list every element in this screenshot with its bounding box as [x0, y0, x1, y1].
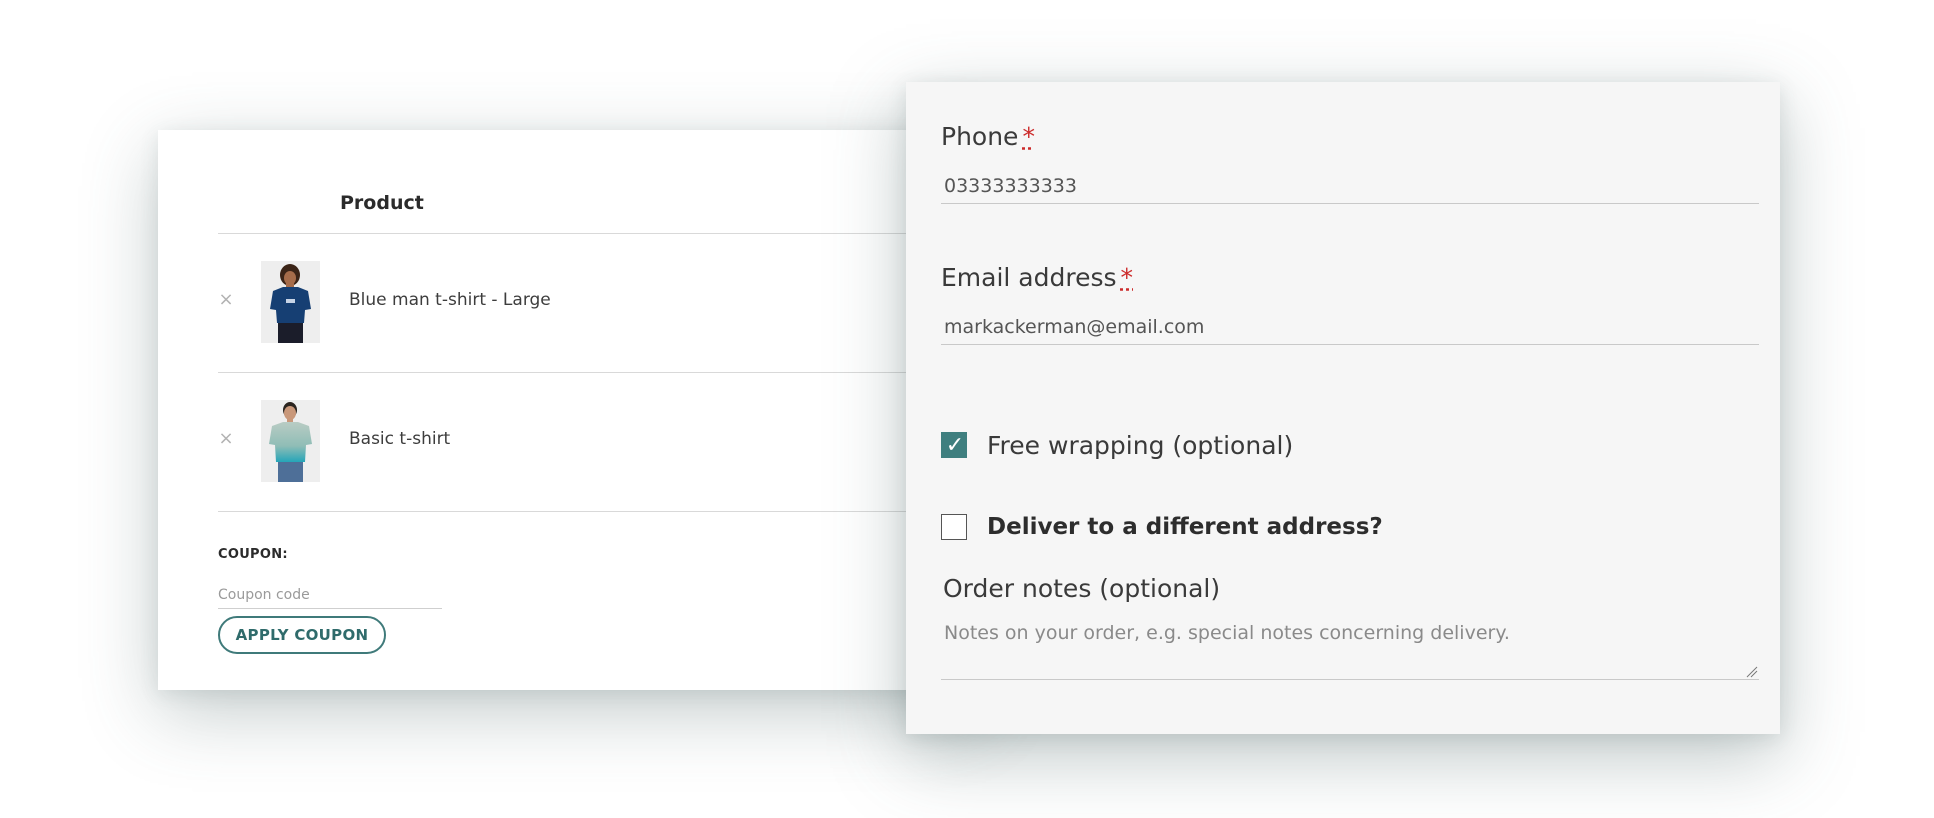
required-marker: *	[1120, 263, 1134, 292]
blue-tshirt-photo-icon[interactable]	[261, 261, 320, 343]
email-field[interactable]	[941, 309, 1759, 345]
product-name[interactable]: Basic t-shirt	[349, 429, 450, 449]
phone-label: Phone *	[941, 122, 1035, 151]
cart-row: × Blue man t-shirt - Large	[218, 234, 978, 372]
remove-item-icon[interactable]: ×	[218, 291, 234, 309]
checkout-form-card: Phone* Email address* ✓ Free wrapping (o…	[906, 82, 1780, 734]
cart-row: × Basic t-shirt	[218, 373, 978, 511]
different-address-checkbox[interactable]	[941, 514, 967, 540]
phone-field[interactable]	[941, 168, 1759, 204]
coupon-code-input[interactable]	[218, 582, 442, 609]
apply-coupon-button[interactable]: APPLY COUPON	[218, 616, 386, 654]
resize-handle-icon[interactable]	[1746, 666, 1758, 678]
different-address-label[interactable]: Deliver to a different address?	[987, 514, 1383, 540]
free-wrapping-label[interactable]: Free wrapping (optional)	[987, 431, 1293, 460]
divider	[218, 511, 978, 512]
order-notes-label: Order notes (optional)	[943, 574, 1221, 603]
remove-item-icon[interactable]: ×	[218, 430, 234, 448]
checkmark-icon: ✓	[945, 433, 965, 458]
free-wrapping-option[interactable]: ✓ Free wrapping (optional)	[941, 430, 1293, 460]
order-notes-textarea[interactable]	[941, 610, 1759, 680]
free-wrapping-checkbox[interactable]: ✓	[941, 432, 967, 458]
teal-gradient-tshirt-photo-icon[interactable]	[261, 400, 320, 482]
email-label: Email address *	[941, 263, 1133, 292]
product-name[interactable]: Blue man t-shirt - Large	[349, 290, 551, 310]
email-label-text: Email address	[941, 263, 1117, 292]
stage: Product × Blue man t-shirt - Large × Bas…	[0, 0, 1934, 818]
cart-card: Product × Blue man t-shirt - Large × Bas…	[158, 130, 978, 690]
product-column-header: Product	[340, 192, 424, 214]
required-marker: *	[1022, 122, 1035, 151]
coupon-label: COUPON:	[218, 547, 288, 562]
different-address-option[interactable]: Deliver to a different address?	[941, 512, 1383, 542]
phone-label-text: Phone	[941, 122, 1019, 151]
